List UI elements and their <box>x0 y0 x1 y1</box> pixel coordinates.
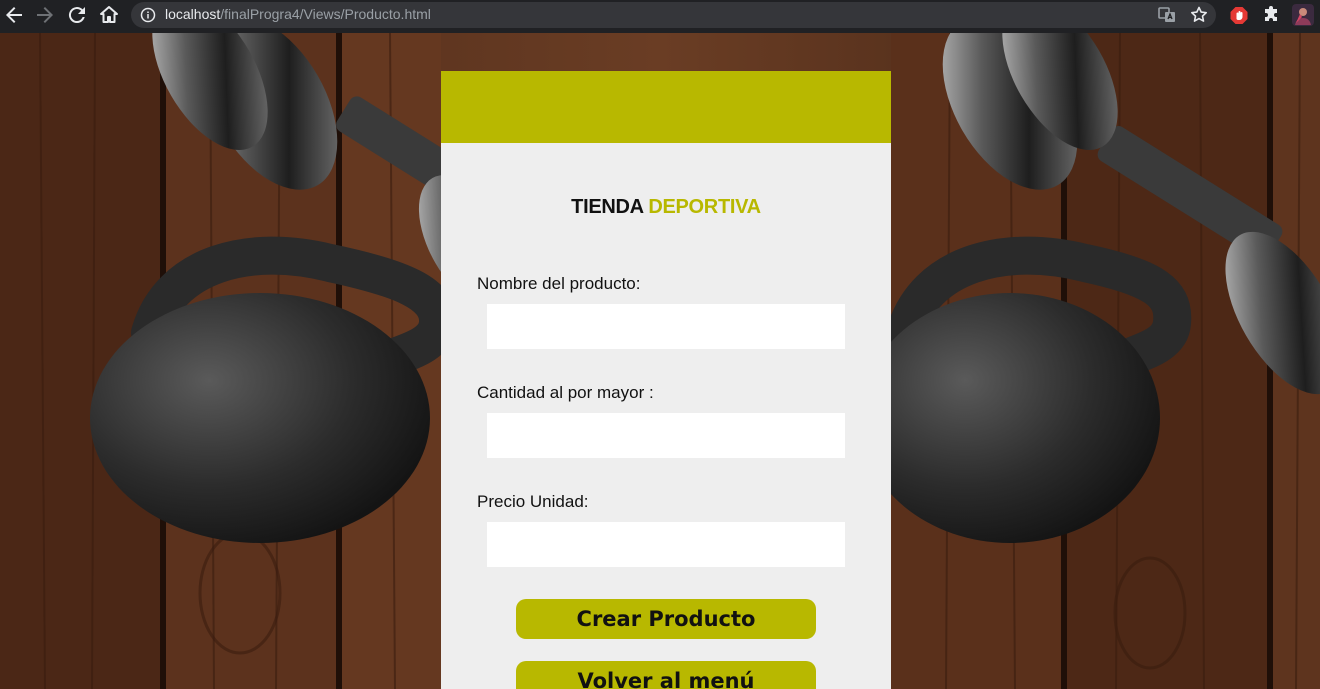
unit-price-input[interactable] <box>487 522 845 567</box>
extensions-puzzle-icon[interactable] <box>1259 3 1283 27</box>
card-header-bar <box>441 71 891 143</box>
create-product-button[interactable]: Crear Producto <box>516 599 816 639</box>
profile-avatar[interactable] <box>1291 3 1315 27</box>
url-text: localhost/finalProgra4/Views/Producto.ht… <box>165 6 431 23</box>
reload-icon[interactable] <box>65 3 89 27</box>
back-to-menu-button[interactable]: Volver al menú <box>516 661 816 689</box>
unit-price-label: Precio Unidad: <box>477 492 589 511</box>
bookmark-star-icon[interactable] <box>1187 3 1211 27</box>
url-host: localhost <box>165 6 221 22</box>
info-icon[interactable] <box>140 7 156 23</box>
back-arrow-icon[interactable] <box>2 3 26 27</box>
wholesale-quantity-label: Cantidad al por mayor : <box>477 383 654 402</box>
store-title: TIENDA DEPORTIVA <box>441 195 891 219</box>
product-name-label: Nombre del producto: <box>477 274 641 293</box>
home-icon[interactable] <box>97 3 121 27</box>
forward-arrow-icon[interactable] <box>33 3 57 27</box>
address-bar[interactable]: localhost/finalProgra4/Views/Producto.ht… <box>131 2 1216 28</box>
product-form-card: TIENDA DEPORTIVA Nombre del producto: Ca… <box>441 71 891 689</box>
store-title-word1: TIENDA <box>571 196 644 218</box>
store-title-word2: DEPORTIVA <box>648 196 761 218</box>
browser-toolbar: localhost/finalProgra4/Views/Producto.ht… <box>0 0 1320 31</box>
adblock-icon[interactable] <box>1227 3 1251 27</box>
product-name-input[interactable] <box>487 304 845 349</box>
page-viewport: TIENDA DEPORTIVA Nombre del producto: Ca… <box>0 33 1320 689</box>
url-path: /finalProgra4/Views/Producto.html <box>220 6 431 22</box>
wholesale-quantity-input[interactable] <box>487 413 845 458</box>
translate-icon[interactable] <box>1155 3 1179 27</box>
